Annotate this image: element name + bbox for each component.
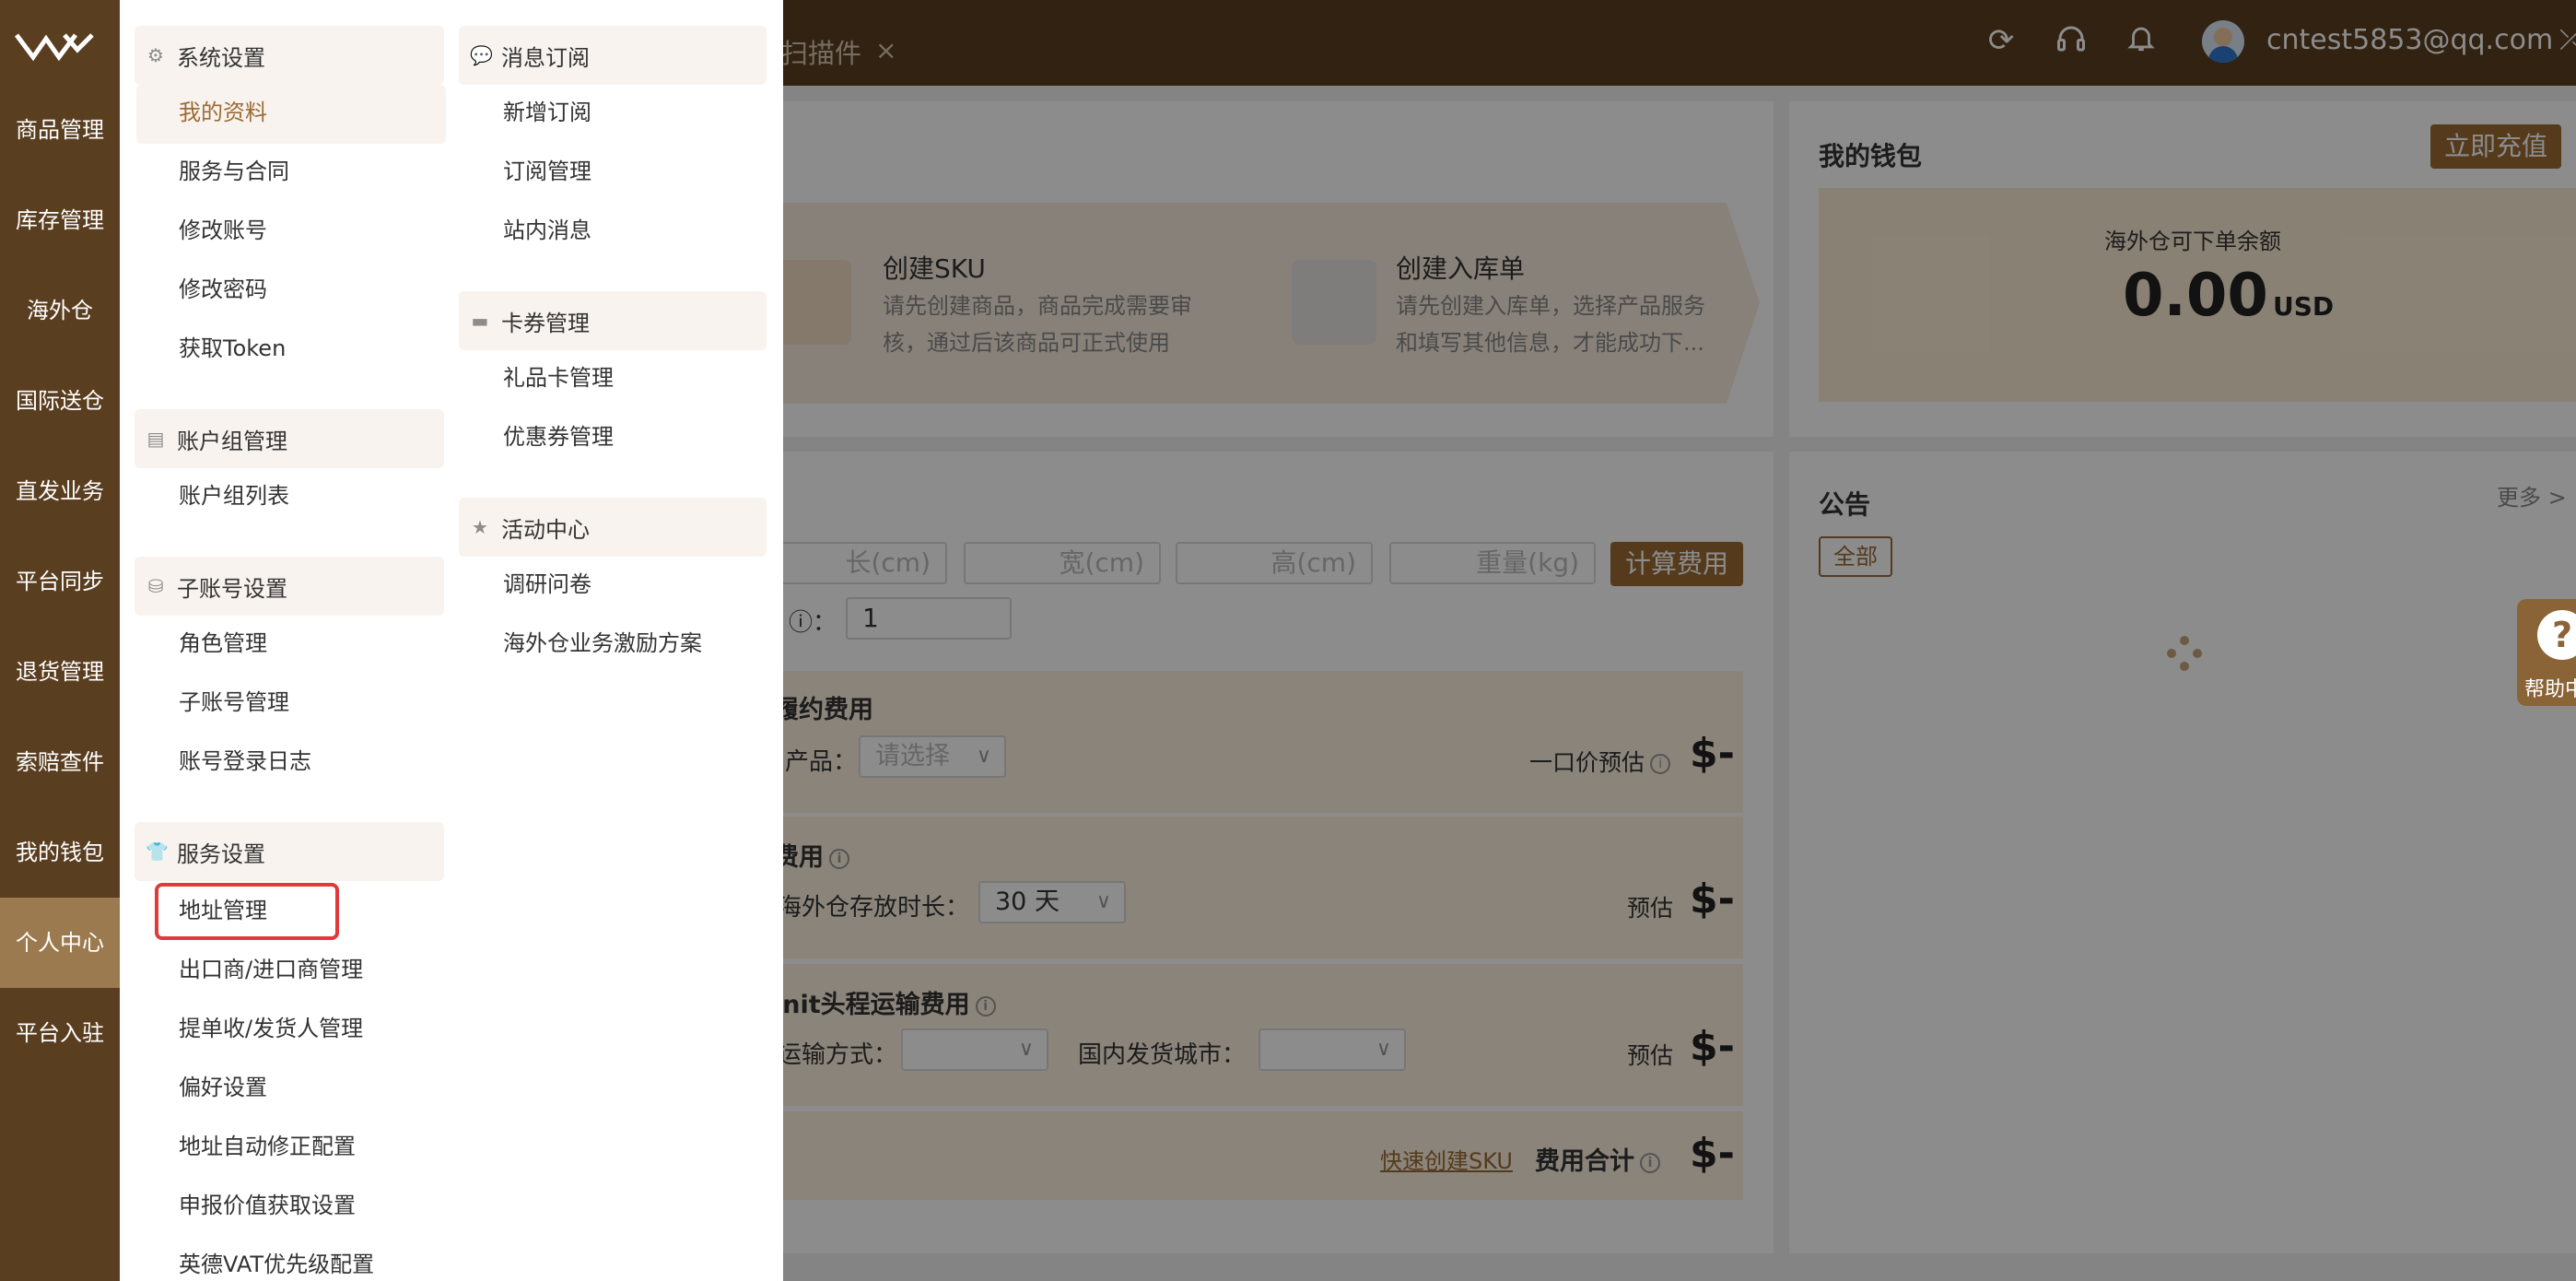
- menu-item-exporter-mgmt[interactable]: 出口商/进口商管理: [179, 951, 363, 988]
- menu-item-sub-account-mgmt[interactable]: 子账号管理: [179, 684, 289, 721]
- sidebar-item-intl-delivery[interactable]: 国际送仓: [0, 356, 120, 446]
- star-icon: ★: [472, 516, 488, 538]
- menu-item-vat-priority[interactable]: 英德VAT优先级配置: [179, 1246, 374, 1281]
- menu-group-service-settings: 👕 服务设置: [135, 822, 444, 881]
- menu-item-inbox[interactable]: 站内消息: [503, 212, 591, 249]
- sidebar-item-products[interactable]: 商品管理: [0, 85, 120, 175]
- sidebar-item-claims[interactable]: 索赔查件: [0, 717, 120, 807]
- group-label: 卡券管理: [501, 311, 590, 336]
- menu-group-cards: ▬ 卡券管理: [459, 291, 767, 350]
- sidebar-item-returns[interactable]: 退货管理: [0, 627, 120, 717]
- chat-icon: 💬: [470, 44, 493, 66]
- menu-item-subscription-mgmt[interactable]: 订阅管理: [503, 153, 591, 190]
- card-icon: ▬: [471, 310, 489, 332]
- menu-item-role-mgmt[interactable]: 角色管理: [179, 625, 267, 662]
- menu-item-address-mgmt[interactable]: 地址管理: [179, 892, 267, 929]
- menu-item-service-contract[interactable]: 服务与合同: [179, 153, 289, 190]
- sidebar-item-direct-shipping[interactable]: 直发业务: [0, 446, 120, 536]
- sidebar-item-wallet[interactable]: 我的钱包: [0, 807, 120, 898]
- group-label: 账户组管理: [177, 429, 287, 454]
- menu-item-new-subscription[interactable]: 新增订阅: [503, 94, 591, 131]
- list-icon: ▤: [146, 428, 165, 450]
- menu-item-my-profile[interactable]: 我的资料: [179, 94, 267, 131]
- menu-item-change-account[interactable]: 修改账号: [179, 212, 267, 249]
- help-center-button[interactable]: ? 帮助中心: [2517, 599, 2576, 706]
- personal-center-menu: ⚙ 系统设置 我的资料 服务与合同 修改账号 修改密码 获取Token ▤ 账户…: [120, 0, 783, 1281]
- sidebar-item-personal-center[interactable]: 个人中心: [0, 898, 120, 988]
- menu-item-preferences[interactable]: 偏好设置: [179, 1069, 267, 1106]
- group-label: 子账号设置: [177, 576, 287, 602]
- group-label: 服务设置: [177, 841, 265, 867]
- sidebar-item-overseas-warehouse[interactable]: 海外仓: [0, 265, 120, 356]
- group-label: 系统设置: [177, 45, 265, 71]
- menu-item-gift-card[interactable]: 礼品卡管理: [503, 359, 614, 396]
- sidebar-item-platform-onboarding[interactable]: 平台入驻: [0, 988, 120, 1078]
- sidebar: 商品管理 库存管理 海外仓 国际送仓 直发业务 平台同步 退货管理 索赔查件 我…: [0, 0, 120, 1281]
- menu-item-change-password[interactable]: 修改密码: [179, 271, 267, 308]
- org-chart-icon: ⛁: [147, 575, 164, 597]
- menu-group-subscriptions: 💬 消息订阅: [459, 26, 767, 85]
- menu-item-coupon[interactable]: 优惠券管理: [503, 418, 614, 455]
- menu-group-sub-accounts: ⛁ 子账号设置: [135, 557, 444, 616]
- question-icon: ?: [2537, 610, 2576, 660]
- menu-item-address-autofix[interactable]: 地址自动修正配置: [179, 1128, 356, 1165]
- menu-item-get-token[interactable]: 获取Token: [179, 330, 286, 367]
- help-label: 帮助中心: [2524, 678, 2576, 701]
- menu-group-system-settings: ⚙ 系统设置: [135, 26, 444, 85]
- sidebar-item-inventory[interactable]: 库存管理: [0, 175, 120, 265]
- menu-group-activities: ★ 活动中心: [459, 498, 767, 557]
- menu-group-account-groups: ▤ 账户组管理: [135, 409, 444, 468]
- shirt-icon: 👕: [146, 840, 169, 863]
- brand-logo: [15, 33, 94, 62]
- group-label: 活动中心: [501, 517, 590, 543]
- menu-item-declared-value[interactable]: 申报价值获取设置: [179, 1187, 356, 1224]
- menu-item-group-list[interactable]: 账户组列表: [179, 477, 289, 514]
- menu-item-consignee-mgmt[interactable]: 提单收/发货人管理: [179, 1010, 363, 1047]
- gear-icon: ⚙: [147, 44, 164, 66]
- group-label: 消息订阅: [501, 45, 590, 71]
- menu-item-login-log[interactable]: 账号登录日志: [179, 743, 311, 780]
- sidebar-item-platform-sync[interactable]: 平台同步: [0, 536, 120, 627]
- menu-item-incentive[interactable]: 海外仓业务激励方案: [503, 625, 702, 662]
- menu-item-survey[interactable]: 调研问卷: [503, 566, 591, 603]
